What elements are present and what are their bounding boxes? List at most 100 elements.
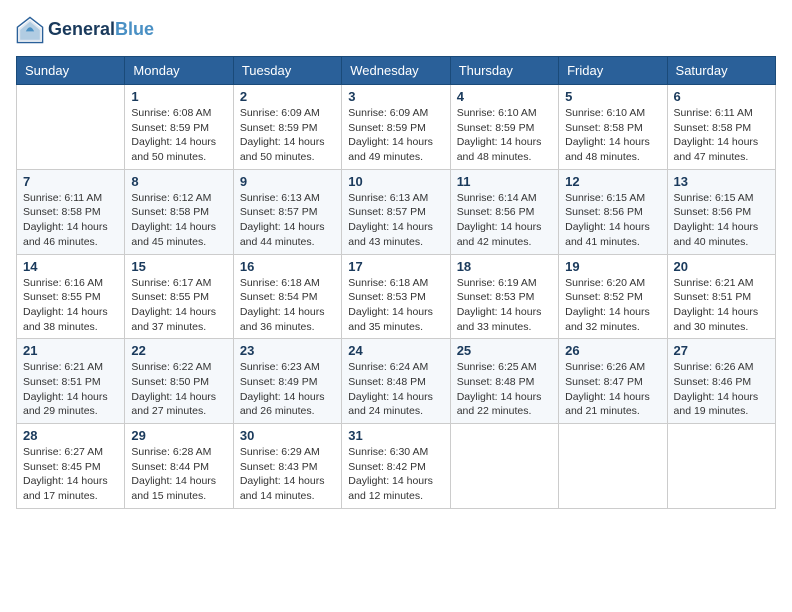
calendar-week-3: 14Sunrise: 6:16 AMSunset: 8:55 PMDayligh…	[17, 254, 776, 339]
calendar-table: SundayMondayTuesdayWednesdayThursdayFrid…	[16, 56, 776, 509]
day-number: 11	[457, 174, 552, 189]
day-info: Sunrise: 6:24 AMSunset: 8:48 PMDaylight:…	[348, 360, 443, 419]
day-info: Sunrise: 6:15 AMSunset: 8:56 PMDaylight:…	[674, 191, 769, 250]
day-info: Sunrise: 6:10 AMSunset: 8:58 PMDaylight:…	[565, 106, 660, 165]
calendar-cell	[450, 424, 558, 509]
day-number: 5	[565, 89, 660, 104]
day-info: Sunrise: 6:09 AMSunset: 8:59 PMDaylight:…	[240, 106, 335, 165]
day-info: Sunrise: 6:21 AMSunset: 8:51 PMDaylight:…	[674, 276, 769, 335]
calendar-cell: 12 Sunrise: 6:15 AMSunset: 8:56 PMDayligh…	[559, 169, 667, 254]
day-number: 14	[23, 259, 118, 274]
day-number: 15	[131, 259, 226, 274]
day-info: Sunrise: 6:19 AMSunset: 8:53 PMDaylight:…	[457, 276, 552, 335]
calendar-cell: 10 Sunrise: 6:13 AMSunset: 8:57 PMDayligh…	[342, 169, 450, 254]
day-number: 30	[240, 428, 335, 443]
calendar-cell: 2 Sunrise: 6:09 AMSunset: 8:59 PMDaylight…	[233, 85, 341, 170]
day-info: Sunrise: 6:09 AMSunset: 8:59 PMDaylight:…	[348, 106, 443, 165]
day-info: Sunrise: 6:22 AMSunset: 8:50 PMDaylight:…	[131, 360, 226, 419]
day-number: 23	[240, 343, 335, 358]
weekday-header-wednesday: Wednesday	[342, 57, 450, 85]
calendar-cell	[667, 424, 775, 509]
calendar-cell: 19 Sunrise: 6:20 AMSunset: 8:52 PMDayligh…	[559, 254, 667, 339]
calendar-cell: 23 Sunrise: 6:23 AMSunset: 8:49 PMDayligh…	[233, 339, 341, 424]
day-info: Sunrise: 6:13 AMSunset: 8:57 PMDaylight:…	[240, 191, 335, 250]
day-info: Sunrise: 6:18 AMSunset: 8:54 PMDaylight:…	[240, 276, 335, 335]
calendar-cell: 24 Sunrise: 6:24 AMSunset: 8:48 PMDayligh…	[342, 339, 450, 424]
day-number: 7	[23, 174, 118, 189]
day-info: Sunrise: 6:15 AMSunset: 8:56 PMDaylight:…	[565, 191, 660, 250]
calendar-cell: 13 Sunrise: 6:15 AMSunset: 8:56 PMDayligh…	[667, 169, 775, 254]
weekday-header-monday: Monday	[125, 57, 233, 85]
day-number: 6	[674, 89, 769, 104]
calendar-cell: 15 Sunrise: 6:17 AMSunset: 8:55 PMDayligh…	[125, 254, 233, 339]
weekday-header-tuesday: Tuesday	[233, 57, 341, 85]
calendar-cell: 28Sunrise: 6:27 AMSunset: 8:45 PMDayligh…	[17, 424, 125, 509]
day-number: 22	[131, 343, 226, 358]
day-info: Sunrise: 6:12 AMSunset: 8:58 PMDaylight:…	[131, 191, 226, 250]
calendar-cell: 21Sunrise: 6:21 AMSunset: 8:51 PMDayligh…	[17, 339, 125, 424]
day-info: Sunrise: 6:20 AMSunset: 8:52 PMDaylight:…	[565, 276, 660, 335]
day-info: Sunrise: 6:25 AMSunset: 8:48 PMDaylight:…	[457, 360, 552, 419]
day-number: 12	[565, 174, 660, 189]
day-number: 19	[565, 259, 660, 274]
day-number: 3	[348, 89, 443, 104]
day-info: Sunrise: 6:27 AMSunset: 8:45 PMDaylight:…	[23, 445, 118, 504]
day-info: Sunrise: 6:18 AMSunset: 8:53 PMDaylight:…	[348, 276, 443, 335]
day-number: 27	[674, 343, 769, 358]
day-info: Sunrise: 6:30 AMSunset: 8:42 PMDaylight:…	[348, 445, 443, 504]
calendar-cell: 17 Sunrise: 6:18 AMSunset: 8:53 PMDayligh…	[342, 254, 450, 339]
day-info: Sunrise: 6:17 AMSunset: 8:55 PMDaylight:…	[131, 276, 226, 335]
day-number: 1	[131, 89, 226, 104]
calendar-cell: 25 Sunrise: 6:25 AMSunset: 8:48 PMDayligh…	[450, 339, 558, 424]
calendar-week-5: 28Sunrise: 6:27 AMSunset: 8:45 PMDayligh…	[17, 424, 776, 509]
day-number: 16	[240, 259, 335, 274]
day-info: Sunrise: 6:13 AMSunset: 8:57 PMDaylight:…	[348, 191, 443, 250]
calendar-cell: 26 Sunrise: 6:26 AMSunset: 8:47 PMDayligh…	[559, 339, 667, 424]
calendar-cell: 4 Sunrise: 6:10 AMSunset: 8:59 PMDaylight…	[450, 85, 558, 170]
calendar-week-4: 21Sunrise: 6:21 AMSunset: 8:51 PMDayligh…	[17, 339, 776, 424]
calendar-cell: 9 Sunrise: 6:13 AMSunset: 8:57 PMDaylight…	[233, 169, 341, 254]
calendar-week-1: 1Sunrise: 6:08 AMSunset: 8:59 PMDaylight…	[17, 85, 776, 170]
calendar-cell: 7 Sunrise: 6:11 AMSunset: 8:58 PMDaylight…	[17, 169, 125, 254]
day-info: Sunrise: 6:14 AMSunset: 8:56 PMDaylight:…	[457, 191, 552, 250]
weekday-header-thursday: Thursday	[450, 57, 558, 85]
day-number: 10	[348, 174, 443, 189]
day-info: Sunrise: 6:26 AMSunset: 8:47 PMDaylight:…	[565, 360, 660, 419]
weekday-header-friday: Friday	[559, 57, 667, 85]
calendar-cell: 27Sunrise: 6:26 AMSunset: 8:46 PMDayligh…	[667, 339, 775, 424]
logo-text: GeneralBlue	[48, 20, 154, 40]
calendar-cell: 6Sunrise: 6:11 AMSunset: 8:58 PMDaylight…	[667, 85, 775, 170]
day-number: 25	[457, 343, 552, 358]
calendar-cell: 22 Sunrise: 6:22 AMSunset: 8:50 PMDayligh…	[125, 339, 233, 424]
day-info: Sunrise: 6:29 AMSunset: 8:43 PMDaylight:…	[240, 445, 335, 504]
day-number: 13	[674, 174, 769, 189]
page-header: GeneralBlue	[16, 16, 776, 44]
day-info: Sunrise: 6:10 AMSunset: 8:59 PMDaylight:…	[457, 106, 552, 165]
day-number: 8	[131, 174, 226, 189]
calendar-cell: 20Sunrise: 6:21 AMSunset: 8:51 PMDayligh…	[667, 254, 775, 339]
day-info: Sunrise: 6:21 AMSunset: 8:51 PMDaylight:…	[23, 360, 118, 419]
calendar-cell: 30 Sunrise: 6:29 AMSunset: 8:43 PMDayligh…	[233, 424, 341, 509]
day-number: 31	[348, 428, 443, 443]
day-number: 18	[457, 259, 552, 274]
calendar-cell: 1Sunrise: 6:08 AMSunset: 8:59 PMDaylight…	[125, 85, 233, 170]
calendar-cell: 31 Sunrise: 6:30 AMSunset: 8:42 PMDayligh…	[342, 424, 450, 509]
day-info: Sunrise: 6:11 AMSunset: 8:58 PMDaylight:…	[23, 191, 118, 250]
day-number: 29	[131, 428, 226, 443]
calendar-cell: 29Sunrise: 6:28 AMSunset: 8:44 PMDayligh…	[125, 424, 233, 509]
day-number: 2	[240, 89, 335, 104]
day-number: 24	[348, 343, 443, 358]
day-number: 17	[348, 259, 443, 274]
calendar-header-row: SundayMondayTuesdayWednesdayThursdayFrid…	[17, 57, 776, 85]
day-number: 26	[565, 343, 660, 358]
logo: GeneralBlue	[16, 16, 154, 44]
weekday-header-sunday: Sunday	[17, 57, 125, 85]
day-number: 9	[240, 174, 335, 189]
calendar-cell: 3 Sunrise: 6:09 AMSunset: 8:59 PMDaylight…	[342, 85, 450, 170]
calendar-cell	[17, 85, 125, 170]
day-info: Sunrise: 6:23 AMSunset: 8:49 PMDaylight:…	[240, 360, 335, 419]
logo-icon	[16, 16, 44, 44]
calendar-week-2: 7 Sunrise: 6:11 AMSunset: 8:58 PMDaylight…	[17, 169, 776, 254]
calendar-cell: 14Sunrise: 6:16 AMSunset: 8:55 PMDayligh…	[17, 254, 125, 339]
day-number: 4	[457, 89, 552, 104]
